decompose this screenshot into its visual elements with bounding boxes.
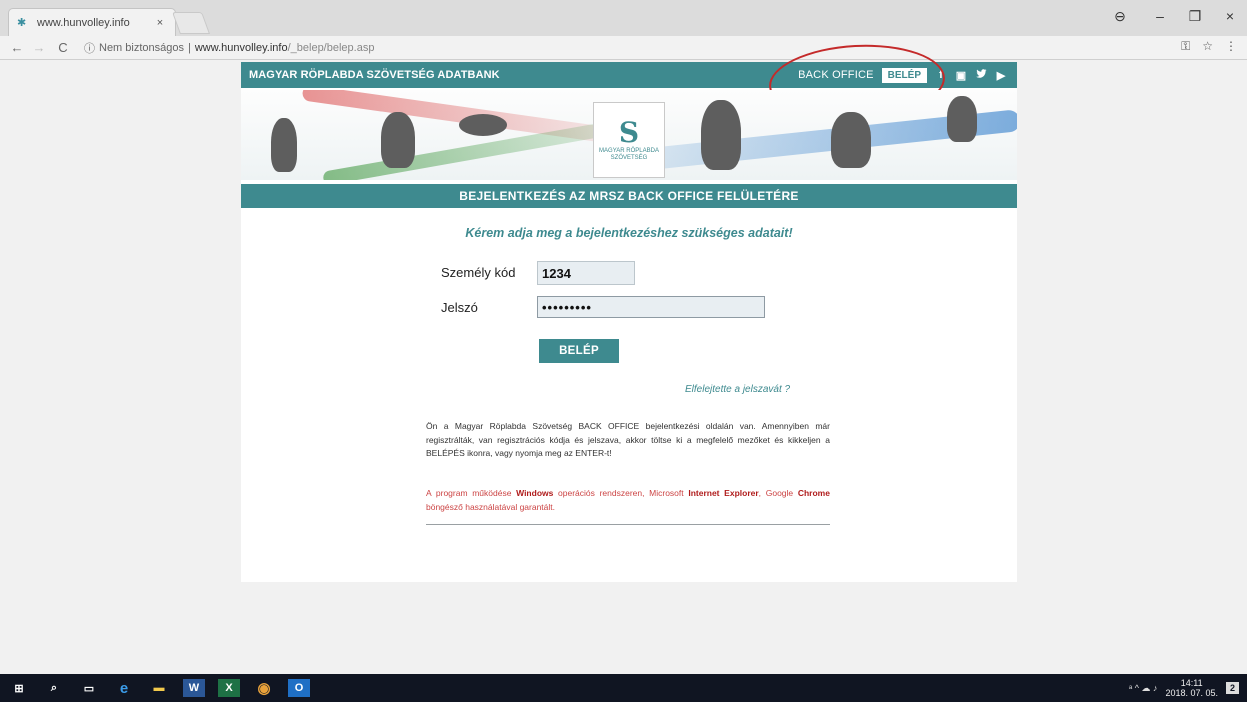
close-window-button[interactable]: × xyxy=(1220,8,1240,24)
mrsz-logo[interactable]: S MAGYAR RÖPLABDA SZÖVETSÉG xyxy=(593,102,665,178)
req-text-2: operációs rendszeren, Microsoft xyxy=(558,488,684,498)
outlook-icon[interactable]: O xyxy=(288,679,310,697)
req-text-4: Google xyxy=(765,488,794,498)
clock-time: 14:11 xyxy=(1180,678,1203,688)
player-silhouette xyxy=(831,112,871,168)
task-view-icon[interactable]: ▭ xyxy=(78,679,100,697)
url-path: /_belep/belep.asp xyxy=(287,42,375,54)
star-icon[interactable]: ☆ xyxy=(1202,39,1213,54)
brand-title[interactable]: MAGYAR RÖPLABDA SZÖVETSÉG ADATBANK xyxy=(249,69,500,81)
req-internet-explorer: Internet Explorer xyxy=(688,488,759,498)
browser-tabbar: ✱ www.hunvolley.info × ⊖ – ❐ × xyxy=(0,0,1247,36)
close-tab-icon[interactable]: × xyxy=(153,17,167,29)
reload-icon[interactable]: C xyxy=(54,40,72,55)
instruction-text: Kérem adja meg a bejelentkezéshez szüksé… xyxy=(465,226,793,240)
youtube-icon[interactable]: ▶ xyxy=(995,69,1007,82)
address-actions: ⚿ ☆ ⋮ xyxy=(1181,39,1237,54)
player-silhouette xyxy=(381,112,415,168)
forgot-password-link[interactable]: Elfelejtette a jelszavát ? xyxy=(685,384,790,395)
requirements-note: A program működése Windows operációs ren… xyxy=(426,486,830,514)
tray-icons[interactable]: ᵃ ^ ☁ ♪ xyxy=(1129,683,1158,694)
notification-icon[interactable]: 2 xyxy=(1225,682,1239,694)
header-banner: S MAGYAR RÖPLABDA SZÖVETSÉG xyxy=(241,90,1017,180)
player-silhouette xyxy=(947,96,977,142)
account-icon[interactable]: ⊖ xyxy=(1110,8,1130,25)
password-label: Jelszó xyxy=(441,300,478,315)
back-icon[interactable]: ← xyxy=(8,40,26,55)
req-text-1: A program működése xyxy=(426,488,512,498)
clock[interactable]: 14:11 2018. 07. 05. xyxy=(1165,678,1218,698)
req-chrome: Chrome xyxy=(797,488,830,498)
key-icon[interactable]: ⚿ xyxy=(1181,39,1190,54)
clock-date: 2018. 07. 05. xyxy=(1165,688,1218,698)
system-tray: ᵃ ^ ☁ ♪ 14:11 2018. 07. 05. 2 xyxy=(1129,674,1239,702)
page-title: BEJELENTKEZÉS AZ MRSZ BACK OFFICE FELÜLE… xyxy=(241,184,1017,208)
file-explorer-icon[interactable]: ▬ xyxy=(148,679,170,697)
chrome-icon[interactable]: ◉ xyxy=(253,679,275,697)
logo-text: MAGYAR RÖPLABDA SZÖVETSÉG xyxy=(599,148,659,161)
word-icon[interactable]: W xyxy=(183,679,205,697)
info-icon[interactable]: ⓘ xyxy=(84,40,95,56)
menu-icon[interactable]: ⋮ xyxy=(1225,39,1237,54)
forward-icon[interactable]: → xyxy=(30,40,48,55)
twitter-icon[interactable] xyxy=(975,68,987,82)
minimize-button[interactable]: – xyxy=(1150,8,1170,24)
address-bar: ← → C ⓘ Nem biztonságos | www.hunvolley.… xyxy=(0,36,1247,60)
site-favicon-icon: ✱ xyxy=(17,16,27,29)
instagram-icon[interactable]: ▣ xyxy=(955,69,967,82)
url-field[interactable]: ⓘ Nem biztonságos | www.hunvolley.info /… xyxy=(84,39,374,57)
info-paragraph: Ön a Magyar Röplabda Szövetség BACK OFFI… xyxy=(426,421,830,458)
logo-mark: S xyxy=(618,116,640,149)
new-tab-button[interactable] xyxy=(171,12,211,34)
security-status: Nem biztonságos xyxy=(99,42,184,54)
maximize-button[interactable]: ❐ xyxy=(1185,8,1205,25)
req-windows: Windows xyxy=(516,488,554,498)
player-silhouette xyxy=(459,114,507,136)
req-text-5: böngésző használatával garantált. xyxy=(426,502,556,512)
windows-start-icon[interactable]: ⊞ xyxy=(8,679,30,697)
divider-line xyxy=(426,524,830,525)
windows-taskbar: ⊞ ⌕ ▭ e ▬ W X ◉ O ᵃ ^ ☁ ♪ 14:11 2018. 07… xyxy=(0,674,1247,702)
top-navbar: MAGYAR RÖPLABDA SZÖVETSÉG ADATBANK BACK … xyxy=(241,40,1017,124)
url-divider: | xyxy=(188,42,191,54)
browser-tab[interactable]: ✱ www.hunvolley.info × xyxy=(8,8,176,36)
edge-icon[interactable]: e xyxy=(113,679,135,697)
user-code-input[interactable] xyxy=(537,261,635,285)
url-host: www.hunvolley.info xyxy=(194,42,288,54)
tab-title: www.hunvolley.info xyxy=(37,16,130,29)
player-silhouette xyxy=(701,100,741,170)
page-container: MAGYAR RÖPLABDA SZÖVETSÉG ADATBANK BACK … xyxy=(241,40,1017,582)
user-code-label: Személy kód xyxy=(441,265,516,280)
player-silhouette xyxy=(271,118,297,172)
req-text-3: , xyxy=(758,488,762,498)
login-submit-button[interactable]: BELÉP xyxy=(539,339,619,363)
excel-icon[interactable]: X xyxy=(218,679,240,697)
search-icon[interactable]: ⌕ xyxy=(43,679,65,697)
password-input[interactable] xyxy=(537,296,765,318)
